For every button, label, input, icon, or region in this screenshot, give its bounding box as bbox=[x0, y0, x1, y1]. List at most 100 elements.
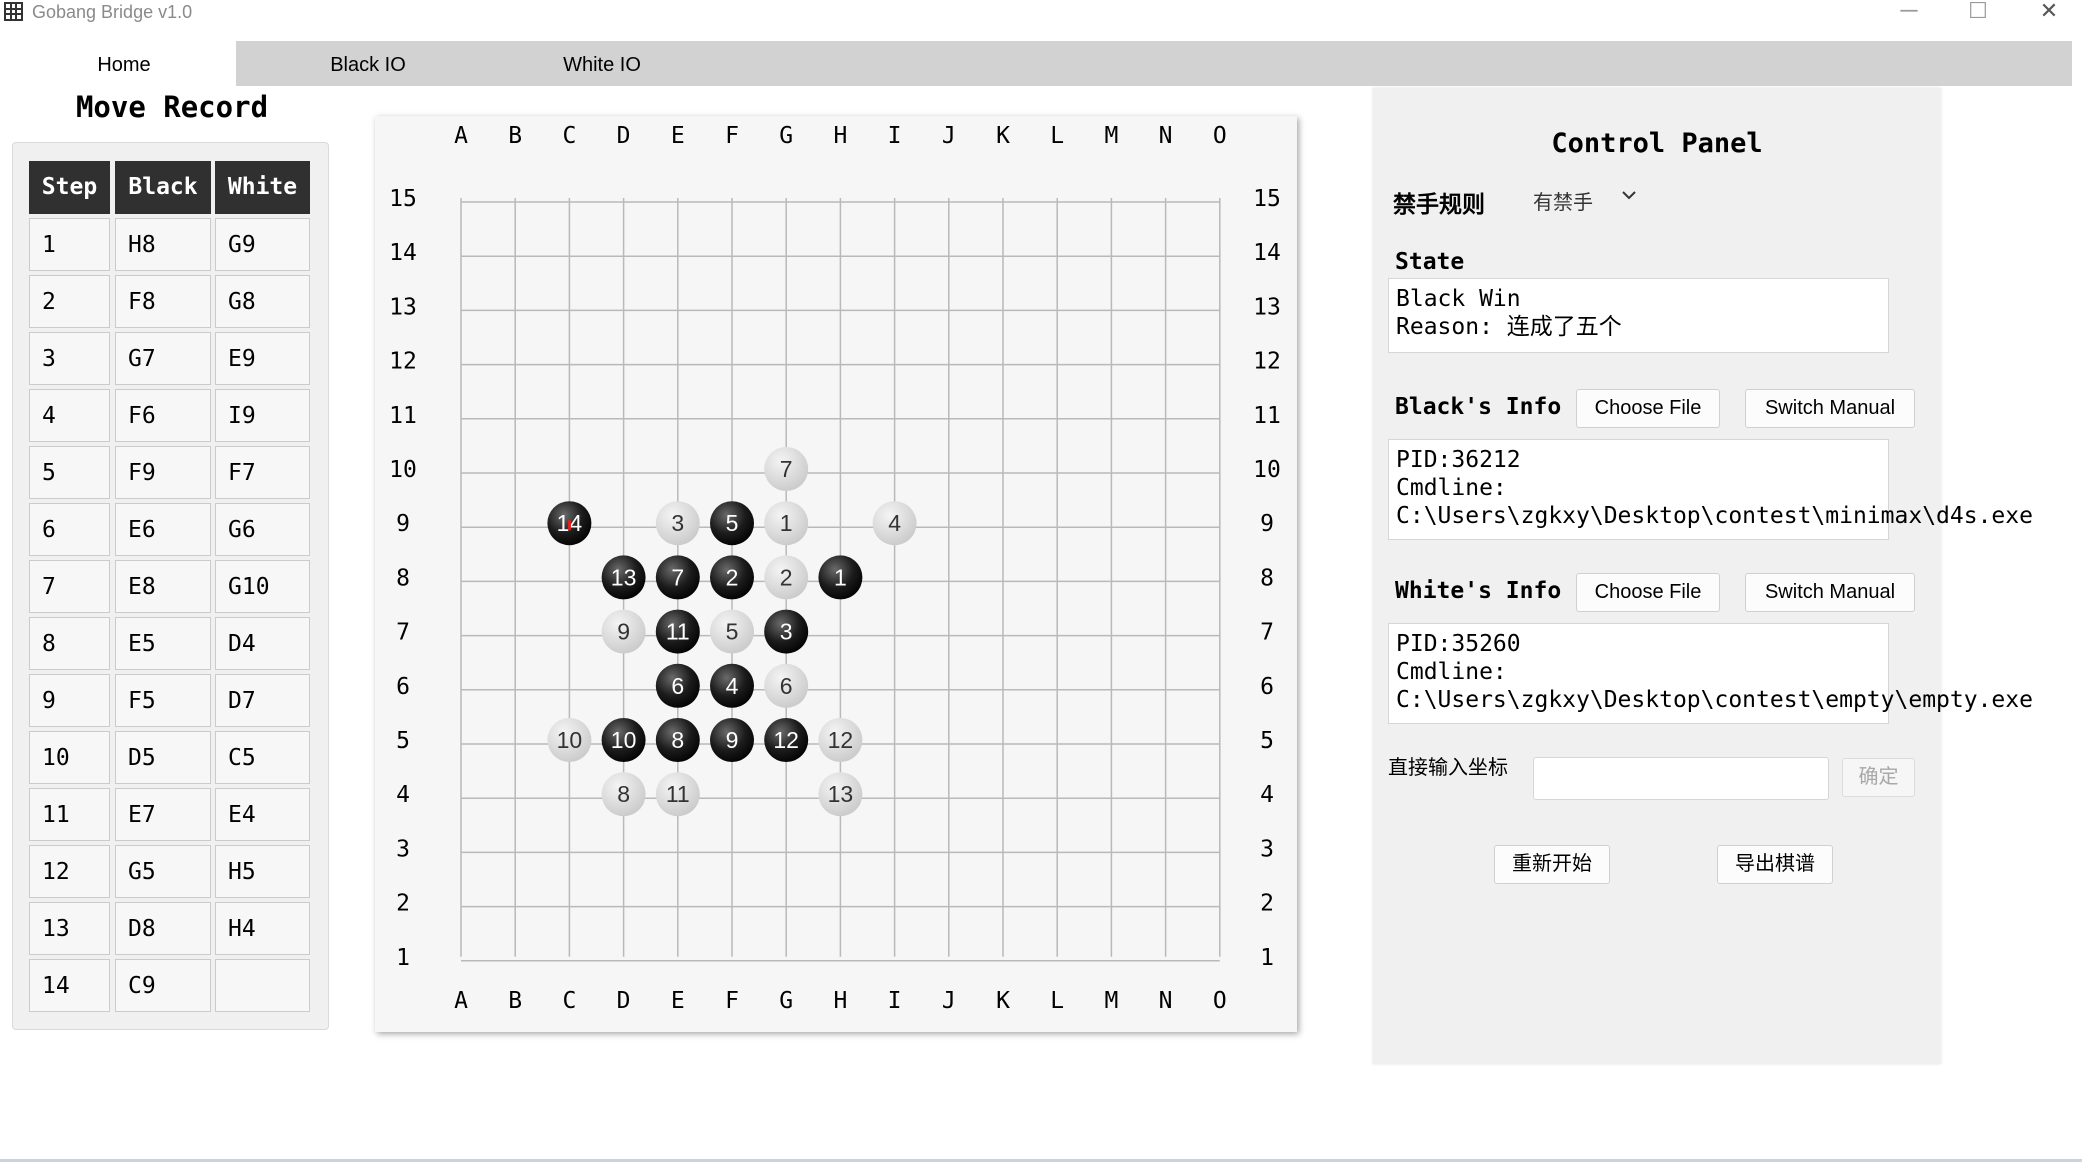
stone-number: 6 bbox=[780, 673, 793, 699]
move-record-cell: D8 bbox=[115, 902, 211, 955]
move-record-cell: 14 bbox=[29, 959, 110, 1012]
move-record-cell: D5 bbox=[115, 731, 211, 784]
minimize-button[interactable]: ─ bbox=[1889, 0, 1929, 24]
white-choose-file-button[interactable]: Choose File bbox=[1576, 573, 1720, 612]
state-box: Black Win Reason: 连成了五个 bbox=[1388, 278, 1889, 353]
row-label: 14 bbox=[1253, 240, 1281, 266]
stone-number: 4 bbox=[726, 673, 739, 699]
restart-button[interactable]: 重新开始 bbox=[1494, 845, 1610, 884]
confirm-button[interactable]: 确定 bbox=[1842, 758, 1915, 797]
tab-bar: Home Black IO White IO bbox=[12, 41, 2072, 86]
stone-number: 8 bbox=[617, 781, 630, 807]
stone-number: 3 bbox=[780, 619, 793, 645]
white-cmdline-path: C:\Users\zgkxy\Desktop\contest\empty\emp… bbox=[1396, 687, 2033, 713]
move-record-cell: 3 bbox=[29, 332, 110, 385]
move-record-cell: F6 bbox=[115, 389, 211, 442]
gobang-board[interactable]: AABBCCDDEEFFGGHHIIJJKKLLMMNNOO15 1514 1413… bbox=[375, 116, 1297, 1032]
column-label: N bbox=[1159, 123, 1173, 149]
column-label: A bbox=[454, 123, 468, 149]
black-info-label: Black's Info bbox=[1395, 394, 1562, 420]
move-record-cell: F5 bbox=[115, 674, 211, 727]
close-button[interactable]: ✕ bbox=[2029, 0, 2069, 24]
move-record-cell: 7 bbox=[29, 560, 110, 613]
black-pid: PID:36212 bbox=[1396, 447, 1521, 473]
stone-number: 10 bbox=[557, 727, 583, 753]
stone-number: 2 bbox=[726, 564, 739, 590]
move-record-cell: 9 bbox=[29, 674, 110, 727]
column-label: J bbox=[942, 123, 956, 149]
move-record-cell: F9 bbox=[115, 446, 211, 499]
stone-number: 12 bbox=[828, 727, 854, 753]
column-label: C bbox=[562, 123, 576, 149]
move-record-cell: 1 bbox=[29, 218, 110, 271]
stone-number: 5 bbox=[726, 510, 739, 536]
move-record-cell: 6 bbox=[29, 503, 110, 556]
move-record-cell: H8 bbox=[115, 218, 211, 271]
state-label: State bbox=[1395, 249, 1465, 275]
row-label: 11 bbox=[1253, 403, 1281, 429]
control-panel: Control Panel 禁手规则 有禁手 State Black Win R… bbox=[1373, 88, 2033, 1064]
gobang-board-panel[interactable]: A A B B C C D D E E F F G G H H I I J J K K L L M M N N O O 15 15 14 14 13… bbox=[375, 116, 1297, 1032]
black-choose-file-button[interactable]: Choose File bbox=[1576, 389, 1720, 428]
stone-number: 11 bbox=[666, 781, 690, 807]
forbidden-rule-select[interactable]: 有禁手 bbox=[1533, 186, 1593, 215]
move-record-cell: F7 bbox=[215, 446, 310, 499]
column-label: I bbox=[888, 123, 902, 149]
move-record-cell: 4 bbox=[29, 389, 110, 442]
row-label: 12 bbox=[1253, 349, 1281, 375]
state-line: Black Win bbox=[1396, 286, 1521, 312]
move-record-cell bbox=[215, 959, 310, 1012]
move-record-cell: 2 bbox=[29, 275, 110, 328]
row-label: 4 bbox=[1260, 782, 1274, 808]
row-label: 13 bbox=[389, 294, 417, 320]
chevron-down-icon[interactable] bbox=[1621, 184, 1637, 207]
move-record-title: Move Record bbox=[75, 90, 269, 124]
stone-number: 1 bbox=[834, 564, 847, 590]
black-switch-manual-button[interactable]: Switch Manual bbox=[1745, 389, 1915, 428]
window-title: Gobang Bridge v1.0 bbox=[32, 2, 193, 22]
last-move-marker bbox=[567, 520, 571, 531]
move-record-cell: C5 bbox=[215, 731, 310, 784]
move-record-cell: H5 bbox=[215, 845, 310, 898]
stone-number: 2 bbox=[780, 564, 793, 590]
column-label: F bbox=[725, 988, 739, 1014]
stone-number: 1 bbox=[780, 510, 793, 536]
move-record-cell: 13 bbox=[29, 902, 110, 955]
tab-home[interactable]: Home bbox=[12, 41, 236, 86]
stone-number: 3 bbox=[671, 510, 684, 536]
tab-black-io[interactable]: Black IO bbox=[248, 41, 488, 86]
control-panel-title: Control Panel bbox=[1551, 128, 1763, 159]
maximize-button[interactable]: ☐ bbox=[1958, 0, 1998, 24]
row-label: 13 bbox=[1253, 294, 1281, 320]
row-label: 7 bbox=[1260, 620, 1274, 646]
row-label: 11 bbox=[389, 403, 417, 429]
move-record-cell: C9 bbox=[115, 959, 211, 1012]
tab-white-io[interactable]: White IO bbox=[482, 41, 722, 86]
column-label: G bbox=[779, 123, 793, 149]
column-label: E bbox=[671, 988, 685, 1014]
move-record-cell: G9 bbox=[215, 218, 310, 271]
column-label: N bbox=[1159, 988, 1173, 1014]
column-label: C bbox=[562, 988, 576, 1014]
export-record-button[interactable]: 导出棋谱 bbox=[1717, 845, 1833, 884]
move-record-header: White bbox=[215, 161, 310, 214]
row-label: 5 bbox=[396, 728, 410, 754]
row-label: 1 bbox=[396, 945, 410, 971]
column-label: O bbox=[1213, 988, 1227, 1014]
column-label: K bbox=[996, 988, 1010, 1014]
black-cmdline-path: C:\Users\zgkxy\Desktop\contest\minimax\d… bbox=[1396, 503, 2033, 529]
move-record-cell: 11 bbox=[29, 788, 110, 841]
row-label: 9 bbox=[1260, 511, 1274, 537]
column-label: D bbox=[617, 988, 631, 1014]
move-record-header: Black bbox=[115, 161, 211, 214]
coordinate-input[interactable] bbox=[1533, 757, 1829, 800]
column-label: H bbox=[833, 123, 847, 149]
move-record-cell: E7 bbox=[115, 788, 211, 841]
app-grid-icon bbox=[4, 2, 23, 21]
move-record-cell: E6 bbox=[115, 503, 211, 556]
white-pid: PID:35260 bbox=[1396, 631, 1521, 657]
row-label: 10 bbox=[1253, 457, 1281, 483]
white-switch-manual-button[interactable]: Switch Manual bbox=[1745, 573, 1915, 612]
row-label: 10 bbox=[389, 457, 417, 483]
row-label: 15 bbox=[389, 186, 417, 212]
